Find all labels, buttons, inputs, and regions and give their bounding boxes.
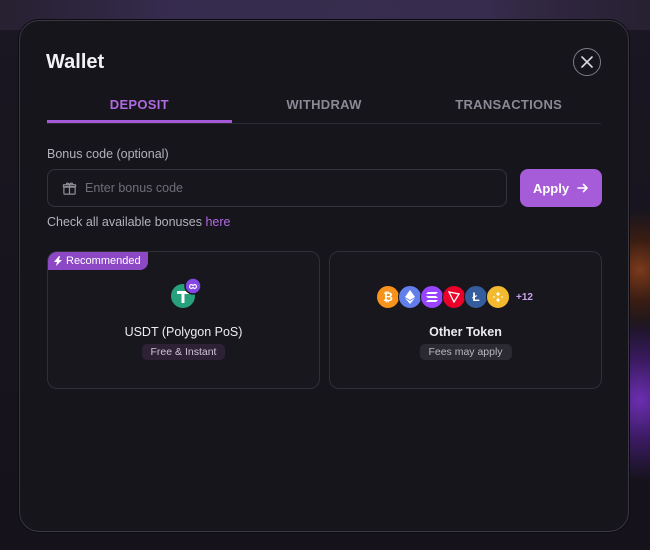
bonus-code-label: Bonus code (optional) [47, 147, 169, 161]
recommended-badge: Recommended [48, 252, 148, 270]
recommended-label: Recommended [66, 255, 141, 267]
gift-icon [62, 182, 77, 195]
modal-title: Wallet [46, 51, 105, 73]
bonus-info-text: Check all available bonuses here [47, 215, 230, 229]
litecoin-icon: Ł [464, 285, 488, 309]
fees-tag: Fees may apply [419, 344, 512, 360]
bonus-code-field[interactable] [47, 169, 507, 207]
arrow-right-icon [577, 183, 588, 193]
other-token-option[interactable]: ₿ Ł +12 Other Token Fees may apply [329, 251, 602, 389]
tab-deposit[interactable]: DEPOSIT [47, 93, 232, 123]
tron-icon [442, 285, 466, 309]
wallet-modal: Wallet DEPOSIT WITHDRAW TRANSACTIONS Bon… [19, 20, 629, 532]
ethereum-icon [398, 285, 422, 309]
bonus-code-input[interactable] [85, 181, 465, 195]
close-icon [581, 56, 593, 68]
more-tokens-count: +12 [516, 291, 533, 303]
bonuses-link[interactable]: here [205, 215, 230, 229]
solana-icon [420, 285, 444, 309]
bnb-icon [486, 285, 510, 309]
other-token-name: Other Token [429, 325, 502, 339]
apply-label: Apply [532, 180, 570, 196]
usdt-option-name: USDT (Polygon PoS) [124, 325, 243, 339]
bitcoin-icon: ₿ [376, 285, 400, 309]
apply-button[interactable]: Apply [520, 169, 602, 207]
usdt-polygon-option[interactable]: Recommended USDT (Polygon PoS) Free & In… [47, 251, 320, 389]
usdt-polygon-icon [171, 278, 202, 308]
free-instant-tag: Free & Instant [141, 344, 226, 360]
tab-transactions[interactable]: TRANSACTIONS [416, 93, 601, 123]
tab-withdraw[interactable]: WITHDRAW [232, 93, 417, 123]
bonus-info-label: Check all available bonuses [47, 215, 206, 229]
token-icon-stack: ₿ Ł +12 [376, 285, 533, 309]
close-button[interactable] [573, 48, 601, 76]
wallet-tabs: DEPOSIT WITHDRAW TRANSACTIONS [47, 93, 601, 124]
lightning-icon [54, 256, 62, 266]
